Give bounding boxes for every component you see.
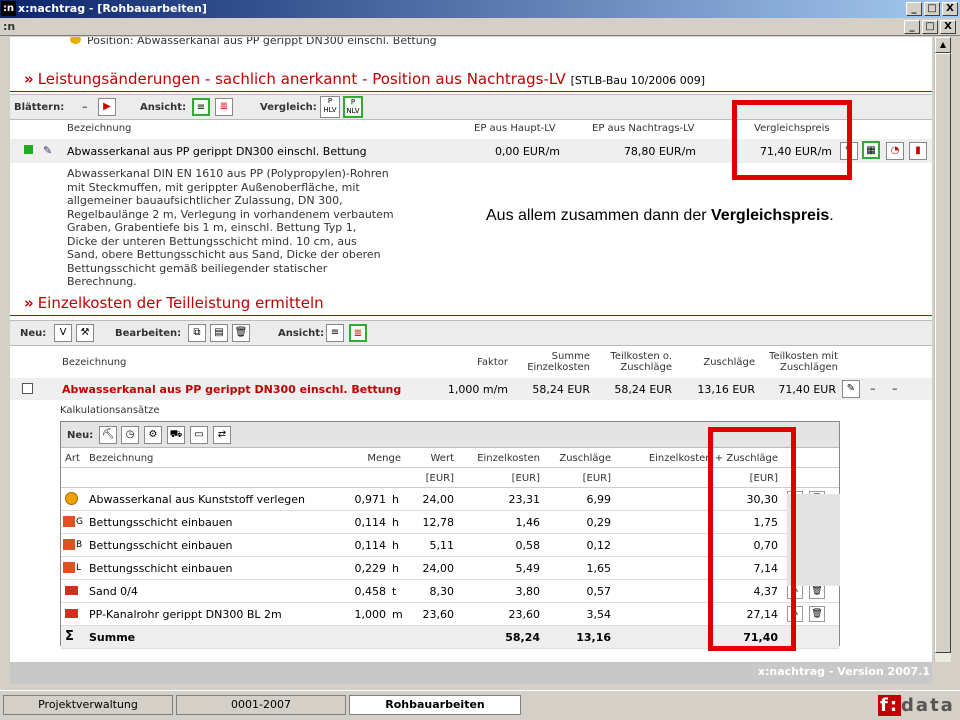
status-indicator-icon bbox=[24, 145, 33, 154]
blaettern-next-button[interactable]: ▶ bbox=[98, 98, 116, 116]
position-description: Abwasserkanal DIN EN 1610 aus PP (Polypr… bbox=[67, 167, 394, 288]
highlight-frame-vergleichspreis bbox=[732, 100, 852, 180]
p-hlv-button[interactable]: P HLV bbox=[320, 96, 340, 118]
material-icon bbox=[65, 586, 78, 595]
version-label: x:nachtrag - Version 2007.1 bbox=[757, 665, 930, 678]
grid-cell-bez: Abwasserkanal aus Kunststoff verlegen bbox=[89, 493, 305, 506]
pie-chart-icon[interactable]: ◔ bbox=[886, 142, 904, 160]
bar-chart-icon[interactable]: ▮ bbox=[909, 142, 927, 160]
highlight-frame-ekz bbox=[708, 427, 796, 651]
window-titlebar: :n x:nachtrag - [Rohbauarbeiten] _ □ X bbox=[0, 0, 960, 18]
position-icon bbox=[70, 37, 81, 44]
app-icon: :n bbox=[1, 1, 16, 16]
trash-icon[interactable]: 🗑 bbox=[232, 324, 250, 342]
view-detail-icon[interactable]: ≣ bbox=[215, 98, 233, 116]
worker-icon bbox=[63, 516, 75, 527]
window-title: x:nachtrag - [Rohbauarbeiten] bbox=[18, 2, 207, 15]
paste-icon[interactable]: ▤ bbox=[210, 324, 228, 342]
grid-cell-bez: Bettungsschicht einbauen bbox=[89, 539, 233, 552]
row-checkbox[interactable] bbox=[22, 383, 33, 394]
fdata-logo: f: data bbox=[878, 695, 955, 716]
blaettern-prev[interactable]: – bbox=[82, 100, 88, 113]
add-time-icon[interactable]: ◷ bbox=[121, 426, 139, 444]
position-text: Position: Abwasserkanal aus PP gerippt D… bbox=[87, 37, 437, 47]
worker-icon bbox=[63, 562, 75, 573]
section1-ref: [STLB-Bau 10/2006 009] bbox=[570, 74, 706, 87]
scroll-thumb[interactable] bbox=[935, 53, 951, 653]
new-v-button[interactable]: V bbox=[54, 324, 72, 342]
chevrons-icon: » bbox=[24, 294, 34, 312]
section2-toolbar: Neu: V ⚒ Bearbeiten: ⧉ ▤ 🗑 Ansicht: ≡ ≣ bbox=[10, 320, 932, 346]
view-detail2-icon[interactable]: ≣ bbox=[349, 324, 367, 342]
view-list2-icon[interactable]: ≡ bbox=[326, 324, 344, 342]
vertical-scrollbar[interactable]: ▲ bbox=[934, 37, 951, 662]
add-vehicle-icon[interactable]: ⛟ bbox=[167, 426, 185, 444]
add-equipment-icon[interactable]: ⚙ bbox=[144, 426, 162, 444]
grid-cell-bez: Bettungsschicht einbauen bbox=[89, 516, 233, 529]
section2-title: » Einzelkosten der Teilleistung ermitteln bbox=[24, 294, 324, 312]
header-ep-nachtrag: EP aus Nachtrags-LV bbox=[592, 123, 695, 134]
grid-cell-bez: Bettungsschicht einbauen bbox=[89, 562, 233, 575]
section2-title-text: Einzelkosten der Teilleistung ermitteln bbox=[37, 294, 324, 312]
section1-title: » Leistungsänderungen - sachlich anerkann… bbox=[24, 70, 705, 88]
annotation-callout: Aus allem zusammen dann der Vergleichspr… bbox=[480, 205, 840, 227]
edit-pencil2-icon[interactable]: ✎ bbox=[842, 380, 860, 398]
minimize-button[interactable]: _ bbox=[906, 2, 922, 16]
mdi-close-button[interactable]: X bbox=[940, 20, 956, 34]
ansicht-label: Ansicht: bbox=[140, 102, 187, 113]
tab-projektverwaltung[interactable]: Projektverwaltung bbox=[3, 695, 173, 715]
maximize-button[interactable]: □ bbox=[924, 2, 940, 16]
tab-rohbauarbeiten[interactable]: Rohbauarbeiten bbox=[349, 695, 521, 715]
header-bezeichnung: Bezeichnung bbox=[67, 123, 132, 134]
row-bezeichnung: Abwasserkanal aus PP gerippt DN300 einsc… bbox=[67, 145, 367, 158]
grid-cell-bez: Sand 0/4 bbox=[89, 585, 138, 598]
tab-0001-2007[interactable]: 0001-2007 bbox=[176, 695, 346, 715]
chevrons-icon: » bbox=[24, 70, 34, 88]
mdi-restore-button[interactable]: □ bbox=[922, 20, 938, 34]
position-cut-line: Position: Abwasserkanal aus PP gerippt D… bbox=[70, 37, 437, 47]
new-tool-icon[interactable]: ⚒ bbox=[76, 324, 94, 342]
add-doc-icon[interactable]: ▭ bbox=[190, 426, 208, 444]
neu-label: Neu: bbox=[20, 328, 47, 339]
clock-icon bbox=[65, 492, 78, 505]
row2-bezeichnung: Abwasserkanal aus PP gerippt DN300 einsc… bbox=[62, 383, 402, 396]
calculator-icon[interactable]: ▦ bbox=[862, 141, 880, 159]
mdi-bar: :n _ □ X bbox=[0, 18, 960, 36]
view-list-icon[interactable]: ≡ bbox=[192, 98, 210, 116]
scroll-up-icon[interactable]: ▲ bbox=[935, 37, 951, 53]
row-ep-nachtrag: 78,80 EUR/m bbox=[623, 145, 696, 158]
section2-row[interactable]: Abwasserkanal aus PP gerippt DN300 einsc… bbox=[10, 378, 932, 400]
header-ep-haupt: EP aus Haupt-LV bbox=[474, 123, 556, 134]
p-nlv-button[interactable]: P NLV bbox=[343, 96, 363, 118]
bearbeiten-label: Bearbeiten: bbox=[115, 328, 182, 339]
kalkulation-label: Kalkulationsansätze bbox=[60, 405, 160, 416]
row-ep-haupt: 0,00 EUR/m bbox=[494, 145, 560, 158]
document-tabs: Projektverwaltung 0001-2007 Rohbauarbeit… bbox=[0, 690, 960, 720]
mdi-icon: :n bbox=[3, 20, 16, 33]
vergleich-label: Vergleich: bbox=[260, 102, 317, 113]
ansicht2-label: Ansicht: bbox=[278, 328, 325, 339]
trash-icon[interactable]: 🗑 bbox=[809, 606, 825, 622]
blaettern-label: Blättern: bbox=[14, 102, 65, 113]
edit-list-icon[interactable]: ✎ bbox=[43, 144, 52, 157]
grid-cell-bez: PP-Kanalrohr gerippt DN300 BL 2m bbox=[89, 608, 282, 621]
worker-icon bbox=[63, 539, 75, 550]
section1-title-text: Leistungsänderungen - sachlich anerkannt… bbox=[37, 70, 566, 88]
material-icon bbox=[65, 609, 78, 618]
copy-icon[interactable]: ⧉ bbox=[188, 324, 206, 342]
section2-header: Bezeichnung Faktor Summe Einzelkosten Te… bbox=[62, 351, 838, 373]
mdi-minimize-button[interactable]: _ bbox=[904, 20, 920, 34]
add-sub-icon[interactable]: ⇄ bbox=[213, 426, 231, 444]
add-material-icon[interactable]: ⛏ bbox=[99, 426, 117, 444]
close-button[interactable]: X bbox=[942, 2, 958, 16]
